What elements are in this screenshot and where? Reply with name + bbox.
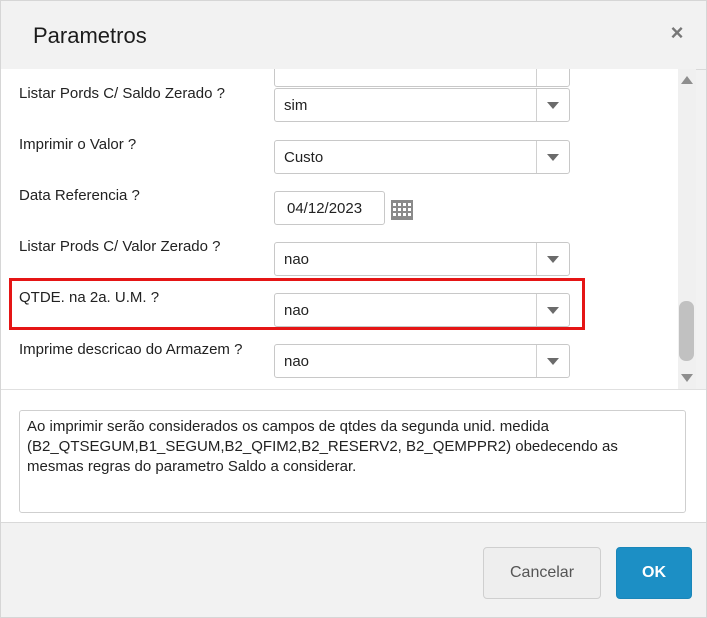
dialog-header: Parametros × bbox=[1, 1, 706, 70]
parameters-list: Listar Pords C/ Saldo Zerado ? sim Impri… bbox=[1, 69, 678, 389]
date-field[interactable]: 04/12/2023 bbox=[274, 191, 385, 225]
previous-param-select[interactable] bbox=[274, 69, 570, 87]
dialog-title: Parametros bbox=[33, 23, 147, 48]
param-label: Listar Prods C/ Valor Zerado ? bbox=[19, 238, 221, 255]
param-select-imprimir-valor[interactable]: Custo bbox=[274, 140, 570, 174]
chevron-down-icon bbox=[536, 69, 569, 86]
param-label: Imprimir o Valor ? bbox=[19, 136, 137, 153]
close-icon[interactable]: × bbox=[665, 21, 689, 45]
cancel-button[interactable]: Cancelar bbox=[483, 547, 601, 599]
scroll-thumb[interactable] bbox=[679, 301, 694, 361]
parameter-description: Ao imprimir serão considerados os campos… bbox=[19, 410, 686, 513]
param-select-valor-zerado[interactable]: nao bbox=[274, 242, 570, 276]
chevron-down-icon[interactable] bbox=[536, 345, 569, 377]
param-select-saldo-zerado[interactable]: sim bbox=[274, 88, 570, 122]
description-area: Ao imprimir serão considerados os campos… bbox=[1, 389, 706, 523]
param-label: Imprime descricao do Armazem ? bbox=[19, 341, 243, 358]
chevron-down-icon[interactable] bbox=[536, 141, 569, 173]
scroll-up-icon[interactable] bbox=[681, 76, 693, 84]
select-value: sim bbox=[284, 97, 308, 114]
param-label: Listar Pords C/ Saldo Zerado ? bbox=[19, 85, 225, 102]
calendar-icon[interactable] bbox=[391, 200, 413, 220]
ok-button[interactable]: OK bbox=[616, 547, 692, 599]
select-value: Custo bbox=[284, 149, 324, 166]
param-label: Data Referencia ? bbox=[19, 187, 140, 204]
highlight-box bbox=[9, 278, 585, 330]
date-value: 04/12/2023 bbox=[287, 200, 363, 217]
scroll-down-icon[interactable] bbox=[681, 374, 693, 382]
chevron-down-icon[interactable] bbox=[536, 89, 569, 121]
chevron-down-icon[interactable] bbox=[536, 243, 569, 275]
select-value: nao bbox=[284, 353, 310, 370]
select-value: nao bbox=[284, 251, 310, 268]
param-select-descricao-armazem[interactable]: nao bbox=[274, 344, 570, 378]
scrollbar[interactable] bbox=[678, 69, 696, 389]
parameters-dialog: Parametros × Listar Pords C/ Saldo Zerad… bbox=[0, 0, 707, 618]
